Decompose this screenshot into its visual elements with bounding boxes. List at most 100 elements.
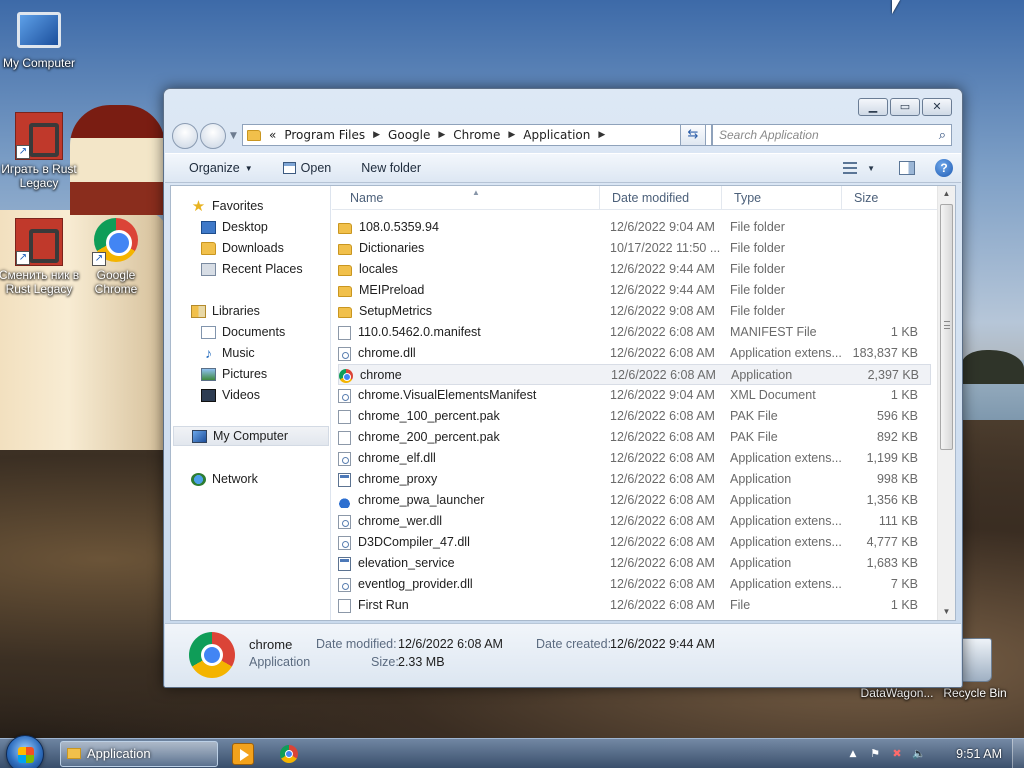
nav-network[interactable]: Network bbox=[171, 469, 329, 489]
table-row[interactable]: icudtl.dat 12/6/2022 6:08 AM DAT File10,29… bbox=[338, 616, 931, 620]
nav-music[interactable]: ♪ Music bbox=[171, 343, 329, 363]
media-player-icon[interactable] bbox=[232, 743, 254, 765]
breadcrumb-overflow[interactable]: « bbox=[269, 128, 276, 142]
table-row[interactable]: First Run 12/6/2022 6:08 AM File 1 KB bbox=[338, 595, 931, 616]
file-date-cell: 12/6/2022 9:44 AM bbox=[610, 262, 715, 276]
new-folder-button[interactable]: New folder bbox=[361, 161, 421, 175]
file-type-cell: PAK File bbox=[730, 409, 778, 423]
table-row[interactable]: chrome_pwa_launcher 12/6/2022 6:08 AM Appl… bbox=[338, 490, 931, 511]
nav-favorites[interactable]: ★ Favorites bbox=[171, 196, 329, 216]
desktop-icon-google-chrome[interactable]: ↗ Google Chrome bbox=[74, 216, 158, 296]
taskbar-explorer-button[interactable]: Application bbox=[60, 741, 218, 767]
file-size-cell: 1 KB bbox=[890, 325, 918, 339]
chevron-right-icon[interactable]: ▶ bbox=[598, 130, 605, 140]
start-button[interactable] bbox=[6, 735, 44, 768]
back-button[interactable] bbox=[172, 123, 198, 149]
table-row[interactable]: chrome_wer.dll 12/6/2022 6:08 AM Applicati… bbox=[338, 511, 931, 532]
explorer-window[interactable]: ▁ ▭ ✕ ▼ « Program Files ▶ Google ▶ Chrome ▶… bbox=[163, 88, 963, 688]
breadcrumb-chrome[interactable]: Chrome ▶ bbox=[453, 128, 523, 142]
folder-icon bbox=[338, 285, 352, 297]
column-date-modified[interactable]: Date modified bbox=[600, 186, 722, 210]
recent-pages-dropdown[interactable]: ▼ bbox=[230, 131, 237, 141]
table-row[interactable]: D3DCompiler_47.dll 12/6/2022 6:08 AM Appli… bbox=[338, 532, 931, 553]
maximize-button[interactable]: ▭ bbox=[890, 98, 920, 116]
clock[interactable]: 9:51 AM bbox=[956, 739, 1002, 768]
scroll-up-icon[interactable]: ▲ bbox=[938, 186, 955, 202]
volume-icon[interactable]: 🔈 bbox=[912, 747, 926, 761]
file-name-cell: 110.0.5462.0.manifest bbox=[338, 322, 588, 343]
table-row[interactable]: chrome_elf.dll 12/6/2022 6:08 AM Applicati… bbox=[338, 448, 931, 469]
chrome-icon[interactable] bbox=[280, 745, 298, 763]
column-size[interactable]: Size bbox=[842, 186, 922, 210]
change-view-icon[interactable] bbox=[843, 162, 858, 174]
nav-desktop[interactable]: Desktop bbox=[171, 217, 329, 237]
table-row[interactable]: elevation_service 12/6/2022 6:08 AM Applic… bbox=[338, 553, 931, 574]
chrome-icon bbox=[339, 368, 353, 383]
nav-my-computer[interactable]: My Computer bbox=[173, 426, 329, 446]
table-row[interactable]: chrome.dll 12/6/2022 6:08 AM Application e… bbox=[338, 343, 931, 364]
action-center-icon[interactable]: ⚑ bbox=[868, 747, 882, 761]
table-row[interactable]: eventlog_provider.dll 12/6/2022 6:08 AM Ap… bbox=[338, 574, 931, 595]
rust-icon: ↗ bbox=[15, 218, 63, 266]
chevron-right-icon[interactable]: ▶ bbox=[508, 130, 515, 140]
file-icon bbox=[338, 430, 351, 445]
nav-downloads[interactable]: Downloads bbox=[171, 238, 329, 258]
file-type-cell: Application extens... bbox=[730, 577, 842, 591]
file-list[interactable]: Name ▲ Date modified Type Size 108.0.535… bbox=[332, 186, 955, 620]
refresh-button[interactable]: ⇆ bbox=[680, 124, 706, 146]
table-row[interactable]: 110.0.5462.0.manifest 12/6/2022 6:08 AM MA… bbox=[338, 322, 931, 343]
file-name-cell: elevation_service bbox=[338, 553, 588, 574]
help-icon[interactable]: ? bbox=[935, 159, 953, 177]
desktop-icon-datawagon[interactable]: DataWagon... bbox=[855, 686, 939, 700]
table-row[interactable]: MEIPreload 12/6/2022 9:44 AM File folder bbox=[338, 280, 931, 301]
show-desktop-button[interactable] bbox=[1012, 739, 1024, 768]
breadcrumb-program-files[interactable]: Program Files ▶ bbox=[284, 128, 388, 142]
table-row[interactable]: Dictionaries 10/17/2022 11:50 ... File fol… bbox=[338, 238, 931, 259]
minimize-button[interactable]: ▁ bbox=[858, 98, 888, 116]
nav-recent-places[interactable]: Recent Places bbox=[171, 259, 329, 279]
nav-documents[interactable]: Documents bbox=[171, 322, 329, 342]
details-modified-value: 12/6/2022 6:08 AM bbox=[398, 637, 503, 651]
file-name-cell: icudtl.dat bbox=[338, 616, 588, 620]
table-row[interactable]: chrome_100_percent.pak 12/6/2022 6:08 AM P… bbox=[338, 406, 931, 427]
preview-pane-icon[interactable] bbox=[899, 161, 915, 175]
chevron-down-icon[interactable]: ▼ bbox=[867, 164, 875, 173]
scrollbar-thumb[interactable] bbox=[940, 204, 953, 450]
file-date-cell: 12/6/2022 6:08 AM bbox=[610, 430, 715, 444]
breadcrumb-google[interactable]: Google ▶ bbox=[388, 128, 453, 142]
desktop-icon-play-rust[interactable]: ↗ Играть в Rust Legacy bbox=[0, 112, 81, 190]
table-row[interactable]: 108.0.5359.94 12/6/2022 9:04 AM File folde… bbox=[338, 217, 931, 238]
table-row[interactable]: SetupMetrics 12/6/2022 9:08 AM File folder bbox=[338, 301, 931, 322]
open-button[interactable]: Open bbox=[282, 161, 331, 175]
folder-icon bbox=[247, 129, 261, 141]
scroll-down-icon[interactable]: ▼ bbox=[938, 604, 955, 620]
close-button[interactable]: ✕ bbox=[922, 98, 952, 116]
desktop-icon-change-nick[interactable]: ↗ Сменить ник в Rust Legacy bbox=[0, 218, 81, 296]
address-bar[interactable]: « Program Files ▶ Google ▶ Chrome ▶ Applica… bbox=[242, 124, 712, 146]
table-row[interactable]: chrome_200_percent.pak 12/6/2022 6:08 AM P… bbox=[338, 427, 931, 448]
column-name[interactable]: Name ▲ bbox=[338, 186, 600, 210]
nav-libraries[interactable]: Libraries bbox=[171, 301, 329, 321]
nav-videos[interactable]: Videos bbox=[171, 385, 329, 405]
breadcrumb-application[interactable]: Application ▶ bbox=[523, 128, 613, 142]
chevron-right-icon[interactable]: ▶ bbox=[438, 130, 445, 140]
table-row-selected[interactable]: chrome 12/6/2022 6:08 AM Application 2,397 … bbox=[338, 364, 931, 385]
table-row[interactable]: locales 12/6/2022 9:44 AM File folder bbox=[338, 259, 931, 280]
chevron-right-icon[interactable]: ▶ bbox=[373, 130, 380, 140]
show-hidden-icons-icon[interactable]: ▲ bbox=[846, 747, 860, 761]
file-name-cell: chrome_elf.dll bbox=[338, 448, 588, 469]
vertical-scrollbar[interactable]: ▲ ▼ bbox=[937, 186, 955, 620]
desktop-icon bbox=[201, 220, 216, 234]
column-type[interactable]: Type bbox=[722, 186, 842, 210]
search-input[interactable]: Search Application ⌕ bbox=[712, 124, 952, 146]
forward-button[interactable] bbox=[200, 123, 226, 149]
desktop-icon-my-computer[interactable]: My Computer bbox=[0, 8, 81, 70]
file-date-cell: 12/6/2022 6:08 AM bbox=[610, 535, 715, 549]
table-row[interactable]: chrome_proxy 12/6/2022 6:08 AM Application… bbox=[338, 469, 931, 490]
network-status-icon[interactable]: ✖ bbox=[890, 747, 904, 761]
documents-icon bbox=[201, 325, 216, 339]
organize-menu[interactable]: Organize ▼ bbox=[189, 161, 253, 175]
file-date-cell: 12/6/2022 6:08 AM bbox=[610, 493, 715, 507]
nav-pictures[interactable]: Pictures bbox=[171, 364, 329, 384]
table-row[interactable]: chrome.VisualElementsManifest 12/6/2022 9… bbox=[338, 385, 931, 406]
